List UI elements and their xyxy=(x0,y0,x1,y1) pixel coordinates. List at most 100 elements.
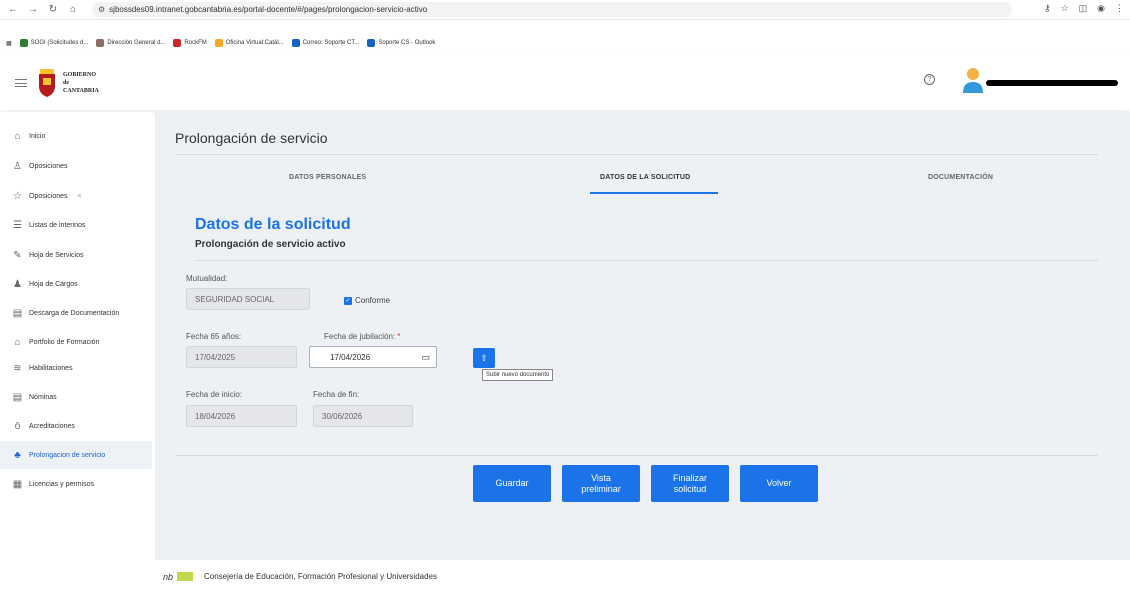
bookmark-item[interactable]: RockFM xyxy=(173,39,207,47)
button-label-line: Vista xyxy=(591,472,611,483)
sidebar-item-label: Listas de interinos xyxy=(29,221,86,229)
sidebar-item-hoja-servicios[interactable]: ✎ Hoja de Servicios xyxy=(0,241,152,269)
fecha-fin-label: Fecha de fin: xyxy=(313,390,360,399)
fecha-inicio-label: Fecha de inicio: xyxy=(186,390,243,399)
menu-dots-icon[interactable]: ⋮ xyxy=(1115,3,1124,14)
sidebar-item-label: Prolongacion de servicio xyxy=(29,451,106,459)
sidebar-item-acreditaciones[interactable]: ö Acreditaciones xyxy=(0,412,152,440)
reload-icon[interactable]: ↻ xyxy=(46,3,60,17)
apps-icon[interactable]: ▦ xyxy=(6,40,12,47)
bookmark-favicon xyxy=(19,39,28,47)
guardar-button[interactable]: Guardar xyxy=(473,465,551,502)
sidebar-item-licencias-permisos[interactable]: ▦ Licencias y permisos xyxy=(0,470,152,498)
chevron-left-icon: < xyxy=(77,192,82,200)
bookmark-item[interactable]: SOGI (Solicitudes d... xyxy=(19,39,89,47)
fecha-jubilacion-label-text: Fecha de jubilación: xyxy=(324,332,396,341)
finalizar-solicitud-button[interactable]: Finalizar solicitud xyxy=(651,465,729,502)
sidebar-item-label: Hoja de Servicios xyxy=(29,251,84,259)
calendar-icon[interactable]: ▭ xyxy=(421,352,430,363)
gobierno-cantabria-logo[interactable]: GOBIERNO de CANTABRIA xyxy=(36,68,99,98)
sidebar-item-label: Oposiciones xyxy=(29,162,68,170)
forward-icon[interactable]: → xyxy=(26,3,40,17)
sidebar-item-hoja-cargos[interactable]: ♟ Hoja de Cargos xyxy=(0,270,152,298)
bookmark-star-icon[interactable]: ☆ xyxy=(1061,3,1069,14)
sidebar-item-nominas[interactable]: ▤ Nóminas xyxy=(0,383,152,411)
sidebar-item-prolongacion-servicio[interactable]: ♣ Prolongacion de servicio xyxy=(0,441,152,469)
bookmark-item[interactable]: Soporte CS - Outlook xyxy=(367,39,435,47)
logo-text: GOBIERNO de CANTABRIA xyxy=(63,71,99,95)
help-icon[interactable]: ? xyxy=(924,74,935,85)
bookmark-label: Oficina Virtual:Catál... xyxy=(225,40,284,46)
sidebar-item-oposiciones-expand[interactable]: ☆ Oposiciones < xyxy=(0,182,152,210)
bookmark-favicon xyxy=(173,39,182,47)
bookmark-label: SOGI (Solicitudes d... xyxy=(30,40,89,46)
wrench-icon: ✎ xyxy=(13,249,22,261)
tab-documentacion[interactable]: DOCUMENTACIÓN xyxy=(928,174,993,181)
tab-datos-solicitud[interactable]: DATOS DE LA SOLICITUD xyxy=(600,174,690,181)
app-header: GOBIERNO de CANTABRIA xyxy=(0,52,1130,110)
divider xyxy=(195,260,1098,261)
sidebar-item-oposiciones[interactable]: ♙ Oposiciones xyxy=(0,152,152,180)
sidebar-item-label: Hoja de Cargos xyxy=(29,280,78,288)
checkbox-checked-icon[interactable]: ✓ xyxy=(344,296,352,305)
vista-preliminar-button[interactable]: Vista preliminar xyxy=(562,465,640,502)
bookmark-item[interactable]: Oficina Virtual:Catál... xyxy=(214,39,284,47)
bookmark-item[interactable]: Correo: Soporte CT... xyxy=(291,39,359,47)
volver-button[interactable]: Volver xyxy=(740,465,818,502)
bookmark-favicon xyxy=(291,39,300,47)
password-key-icon[interactable]: ⚷ xyxy=(1044,3,1051,14)
site-info-icon[interactable]: ⚙ xyxy=(98,5,105,14)
redacted-username xyxy=(986,80,1118,86)
sidebar-item-label: Nóminas xyxy=(29,393,57,401)
add-user-icon: ♣ xyxy=(14,449,21,461)
sidebar-item-descarga-documentacion[interactable]: ▤ Descarga de Documentación xyxy=(0,299,152,327)
tab-datos-personales[interactable]: DATOS PERSONALES xyxy=(289,174,366,181)
required-marker: * xyxy=(397,332,401,341)
calendar-icon: ▦ xyxy=(12,478,23,490)
sidebar: ⌂ Inicio ♙ Oposiciones ☆ Oposiciones < ☰ List… xyxy=(0,112,152,591)
fecha-65-label: Fecha 65 años: xyxy=(186,332,242,341)
divider xyxy=(175,455,1098,456)
consejeria-logo: nb xyxy=(163,572,193,582)
logo-line: GOBIERNO xyxy=(63,72,97,78)
fecha-jubilacion-input[interactable]: 17/04/2026 ▭ xyxy=(309,346,437,368)
bookmark-favicon xyxy=(96,39,105,47)
conforme-checkbox[interactable]: ✓ Conforme xyxy=(344,296,390,305)
sidebar-item-habilitaciones[interactable]: ≋ Habilitaciones xyxy=(0,354,152,382)
divider xyxy=(175,154,1098,155)
bookmark-label: Soporte CS - Outlook xyxy=(378,40,436,46)
sidebar-item-portfolio-formacion[interactable]: ⌂ Portfolio de Formación xyxy=(0,328,152,356)
footer: nb Consejería de Educación, Formación Pr… xyxy=(155,560,1130,591)
back-icon[interactable]: ← xyxy=(6,3,20,17)
upload-document-button[interactable]: ⇧ xyxy=(473,348,495,368)
mutualidad-field: SEGURIDAD SOCIAL xyxy=(186,288,310,310)
profile-icon[interactable]: ◉ xyxy=(1097,3,1105,14)
upload-icon: ⇧ xyxy=(480,352,488,363)
list-icon: ☰ xyxy=(13,219,22,231)
logo-line: de xyxy=(63,80,69,86)
bookmark-label: Dirección General d... xyxy=(107,40,166,46)
fecha-jubilacion-value: 17/04/2026 xyxy=(330,352,371,362)
sidebar-item-inicio[interactable]: ⌂ Inicio xyxy=(0,122,152,150)
upload-tooltip: Subir nuevo documento xyxy=(482,369,554,381)
bookmark-item[interactable]: Dirección General d... xyxy=(96,39,165,47)
sidebar-item-label: Habilitaciones xyxy=(29,364,73,372)
star-icon: ☆ xyxy=(13,190,22,202)
fecha-inicio-field: 18/04/2026 xyxy=(186,405,297,427)
fecha-jubilacion-label: Fecha de jubilación: * xyxy=(324,332,401,341)
graduation-icon: ⌂ xyxy=(14,336,21,348)
button-label-line: Finalizar xyxy=(672,472,707,483)
sidebar-item-label: Licencias y permisos xyxy=(29,480,94,488)
extensions-icon[interactable]: ◫ xyxy=(1079,3,1088,14)
address-bar[interactable]: ⚙ sjbossdes09.intranet.gobcantabria.es/p… xyxy=(92,2,1012,17)
coat-of-arms-icon xyxy=(39,69,55,97)
sidebar-item-listas-interinos[interactable]: ☰ Listas de interinos xyxy=(0,211,152,239)
home-icon[interactable]: ⌂ xyxy=(66,3,80,17)
sidebar-item-label: Oposiciones xyxy=(29,192,68,200)
logo-line: CANTABRIA xyxy=(63,88,99,94)
hamburger-menu-icon[interactable] xyxy=(15,79,27,87)
sidebar-item-label: Portfolio de Formación xyxy=(29,338,100,346)
conforme-label: Conforme xyxy=(355,296,391,305)
user-avatar-icon[interactable] xyxy=(962,66,984,94)
bookmark-label: RockFM xyxy=(184,40,207,46)
